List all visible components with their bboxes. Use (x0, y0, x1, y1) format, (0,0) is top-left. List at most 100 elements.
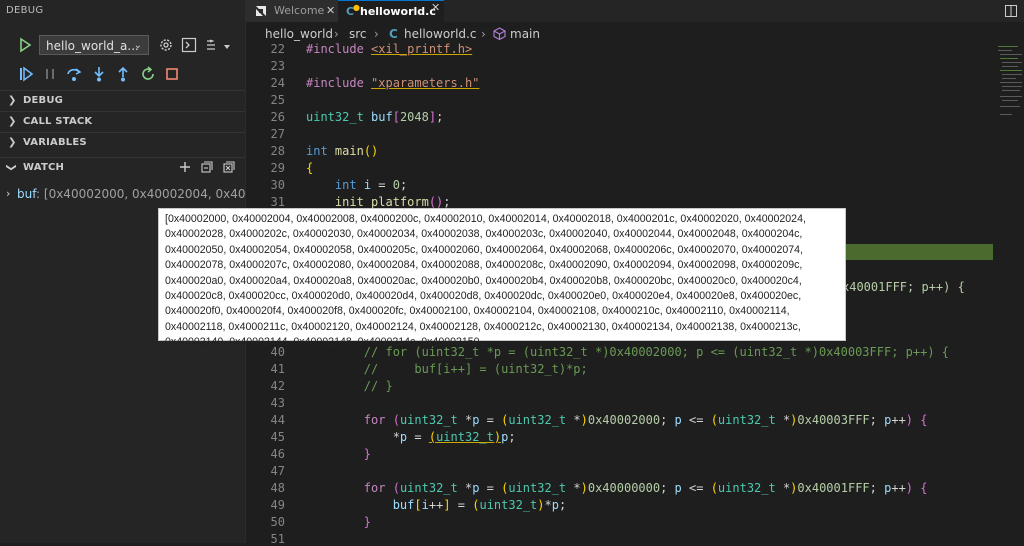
debug-console-icon[interactable] (181, 37, 197, 53)
code-line: // } (306, 379, 393, 393)
section-label: VARIABLES (23, 137, 87, 148)
chevron-right-icon: › (334, 27, 339, 41)
section-watch[interactable]: ❯ WATCH (0, 157, 245, 179)
code-line: #include <xil_printf.h> (306, 42, 473, 56)
code-line: } (363, 447, 372, 461)
section-label: CALL STACK (23, 116, 93, 127)
tab-helloworld-c[interactable]: C ● helloworld.c ✕ (338, 0, 444, 22)
debug-toolbar: hello_world_a... ⌄ (0, 34, 245, 58)
code-line: *p = (uint32_t)p; (306, 430, 516, 444)
breadcrumb-item[interactable]: hello_world (265, 27, 333, 41)
code-line: int main() (306, 144, 379, 158)
hover-value-line: 0x40002028, 0x4000202c, 0x40002030, 0x40… (165, 228, 803, 241)
close-icon[interactable]: ✕ (326, 0, 335, 22)
line-number: 51 (270, 532, 285, 546)
line-number: 41 (270, 362, 285, 376)
code-line: } (363, 515, 372, 529)
chevron-down-icon: ⌄ (133, 40, 142, 51)
breadcrumb: hello_world › src › C helloworld.c › mai… (246, 24, 986, 44)
split-editor-icon[interactable] (1005, 5, 1017, 17)
step-out-icon[interactable] (115, 66, 131, 82)
line-number: 42 (270, 379, 285, 393)
hover-value-line: 0x40002118, 0x4000211c, 0x40002120, 0x40… (165, 320, 801, 333)
line-number: 29 (270, 161, 285, 175)
line-number: 30 (270, 178, 285, 192)
code-line: buf[i++] = (uint32_t)*p; (392, 498, 567, 512)
breadcrumb-item[interactable]: src (349, 27, 367, 41)
chevron-right-icon: ❯ (8, 137, 17, 148)
code-line: // buf[i++] = (uint32_t)*p; (306, 362, 588, 376)
hover-value-line: 0x40002078, 0x4000207c, 0x40002080, 0x40… (165, 259, 803, 272)
amd-logo-icon (256, 6, 266, 16)
tab-label: helloworld.c (360, 5, 436, 18)
step-over-icon[interactable] (66, 66, 82, 82)
modified-dot-icon: ● (353, 3, 360, 12)
section-variables[interactable]: ❯ VARIABLES (0, 132, 245, 154)
hover-value-line: 0x40002050, 0x40002054, 0x40002058, 0x40… (165, 243, 803, 256)
start-debugging-icon[interactable] (18, 37, 32, 53)
breadcrumb-item[interactable]: helloworld.c (404, 27, 476, 41)
code-line: for (uint32_t *p = (uint32_t *)0x4000000… (363, 481, 928, 495)
line-number: 25 (270, 93, 285, 107)
code-line: init_platform(); (334, 195, 451, 209)
section-label: DEBUG (23, 95, 64, 106)
hover-value-line: [0x40002000, 0x40002004, 0x40002008, 0x4… (165, 213, 806, 225)
code-line: int i = 0; (334, 178, 408, 192)
line-number: 28 (270, 144, 285, 158)
close-icon[interactable]: ✕ (431, 0, 440, 19)
tab-label: Welcome (274, 4, 325, 17)
line-number: 49 (270, 498, 285, 512)
continue-icon[interactable] (18, 66, 34, 82)
line-number: 47 (270, 464, 285, 478)
watch-expression-name: buf (17, 187, 37, 201)
chevron-right-icon: ❯ (8, 116, 17, 127)
chevron-right-icon: › (374, 27, 379, 41)
line-number: 50 (270, 515, 285, 529)
hover-value-line: 0x400020f0, 0x400020f4, 0x400020f8, 0x40… (165, 305, 790, 318)
collapse-all-icon[interactable] (201, 161, 213, 173)
line-number: 26 (270, 110, 285, 124)
line-number: 27 (270, 127, 285, 141)
line-number: 22 (270, 42, 285, 56)
variable-hover-popup: [0x40002000, 0x40002004, 0x40002008, 0x4… (158, 208, 846, 348)
more-actions-icon[interactable] (205, 37, 231, 53)
pause-icon[interactable] (42, 66, 58, 82)
gear-icon[interactable] (158, 37, 174, 53)
section-debug[interactable]: ❯ DEBUG (0, 90, 245, 112)
editor-tab-bar: Welcome ✕ C ● helloworld.c ✕ (246, 0, 1024, 22)
debug-controls (0, 66, 245, 86)
chevron-right-icon: › (6, 187, 11, 200)
code-line: for (uint32_t *p = (uint32_t *)0x4000200… (363, 413, 928, 427)
code-fragment-text: x40001FFF; p++) { (842, 280, 965, 294)
line-number: 23 (270, 59, 285, 73)
line-number: 43 (270, 396, 285, 410)
breadcrumb-item[interactable]: main (510, 27, 540, 41)
remove-all-expressions-icon[interactable] (223, 161, 235, 173)
line-number: 44 (270, 413, 285, 427)
code-line: uint32_t buf[2048]; (306, 110, 444, 124)
step-into-icon[interactable] (91, 66, 107, 82)
tab-welcome[interactable]: Welcome ✕ (246, 0, 338, 22)
chevron-right-icon: › (481, 27, 486, 41)
code-line: #include "xparameters.h" (306, 76, 480, 90)
line-number: 46 (270, 447, 285, 461)
chevron-down-icon: ❯ (5, 163, 17, 172)
line-number: 31 (270, 195, 285, 209)
launch-config-select[interactable]: hello_world_a... ⌄ (39, 35, 149, 55)
section-call-stack[interactable]: ❯ CALL STACK (0, 111, 245, 133)
chevron-right-icon: ❯ (8, 95, 17, 106)
line-number: 24 (270, 76, 285, 90)
sidebar-title: DEBUG (6, 5, 44, 16)
code-line: { (306, 161, 314, 175)
c-file-icon: C (389, 27, 398, 41)
hover-value-line: 0x400020a0, 0x400020a4, 0x400020a8, 0x40… (165, 274, 802, 287)
restart-icon[interactable] (140, 66, 156, 82)
line-number: 45 (270, 430, 285, 444)
add-expression-icon[interactable] (179, 161, 191, 173)
symbol-method-icon (493, 27, 506, 40)
minimap[interactable] (996, 44, 1024, 124)
stop-icon[interactable] (164, 66, 180, 82)
code-fragment: x40001FFF; p++) { (842, 280, 965, 294)
line-number: 48 (270, 481, 285, 495)
watch-expression-row[interactable]: › buf: [0x40002000, 0x40002004, 0x400020… (0, 186, 245, 204)
